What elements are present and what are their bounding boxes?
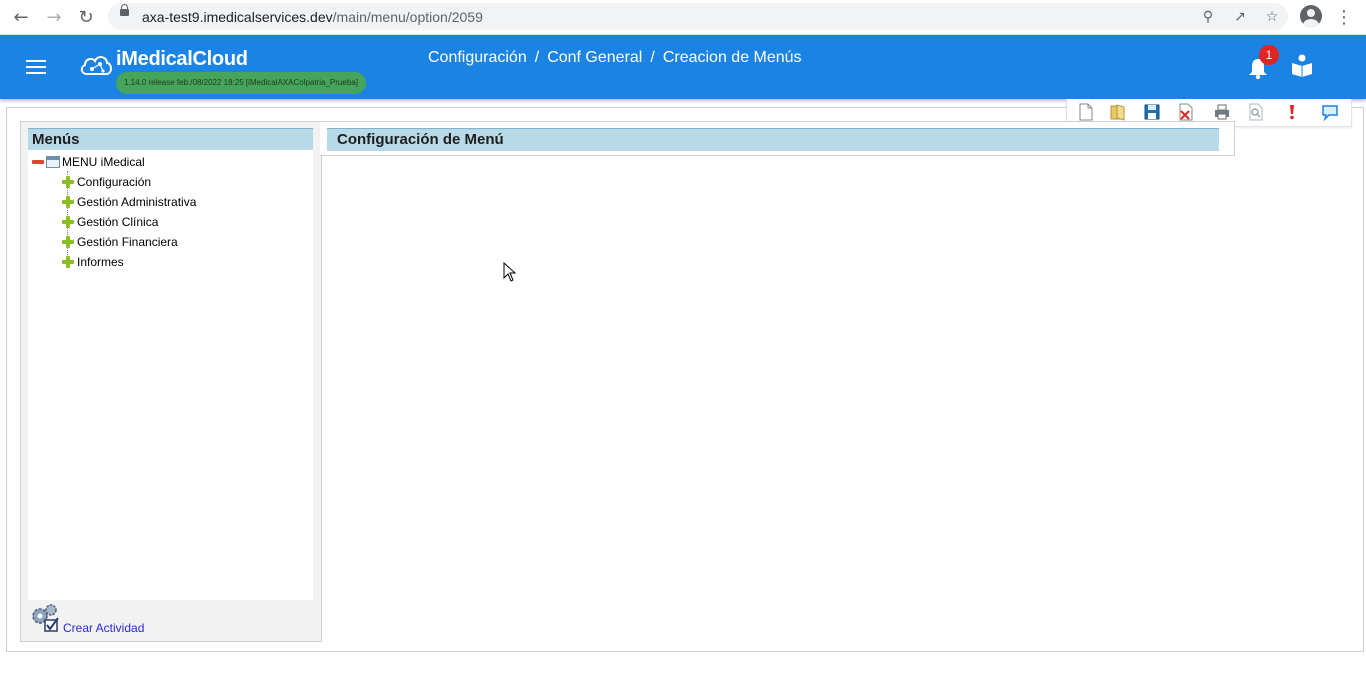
help-icon[interactable]: [1283, 103, 1301, 121]
app-header: iMedicalCloud 1.14.0 release feb./08/202…: [0, 35, 1366, 99]
expand-icon[interactable]: [62, 236, 74, 248]
tree-item-gestion-clinica[interactable]: Gestión Clínica: [62, 213, 158, 231]
gears-checkbox-icon[interactable]: [29, 602, 61, 634]
tree-root-label[interactable]: MENU iMedical: [62, 155, 145, 169]
breadcrumb-separator: /: [534, 49, 540, 66]
config-panel-title: Configuración de Menú: [327, 128, 1219, 151]
tree-item-label[interactable]: Gestión Financiera: [77, 235, 178, 249]
expand-icon[interactable]: [62, 196, 74, 208]
hamburger-menu-icon[interactable]: [26, 60, 46, 74]
url-text[interactable]: axa-test9.imedicalservices.dev/main/menu…: [142, 9, 483, 25]
comment-icon[interactable]: [1321, 103, 1339, 121]
profile-avatar-icon[interactable]: [1300, 5, 1322, 27]
key-icon[interactable]: ⚲: [1198, 7, 1218, 27]
preview-icon[interactable]: [1247, 103, 1265, 121]
new-document-icon[interactable]: [1077, 103, 1095, 121]
save-icon[interactable]: [1143, 103, 1161, 121]
tree-item-configuracion[interactable]: Configuración: [62, 173, 151, 191]
breadcrumb-item[interactable]: Creacion de Menús: [663, 49, 802, 66]
menu-tree: MENU iMedical Configuración Gestión Admi…: [28, 150, 313, 600]
menu-panel-title: Menús: [28, 128, 313, 151]
address-bar[interactable]: axa-test9.imedicalservices.dev/main/menu…: [108, 3, 1288, 30]
more-options-icon[interactable]: ⋮: [1334, 5, 1354, 29]
tree-item-informes[interactable]: Informes: [62, 253, 124, 271]
version-badge: 1.14.0 release feb./08/2022 18:25 [iMedi…: [116, 72, 366, 94]
window-icon: [46, 156, 60, 168]
delete-icon[interactable]: [1177, 103, 1195, 121]
tree-item-gestion-financiera[interactable]: Gestión Financiera: [62, 233, 178, 251]
print-icon[interactable]: [1213, 103, 1231, 121]
cloud-logo-icon: [80, 56, 112, 75]
notification-badge: 1: [1259, 45, 1279, 65]
brand-title: iMedicalCloud: [116, 48, 248, 70]
tree-item-label[interactable]: Gestión Clínica: [77, 215, 158, 229]
share-icon[interactable]: ↗: [1230, 7, 1250, 27]
star-icon[interactable]: ☆: [1262, 7, 1282, 27]
breadcrumb: Configuración / Conf General / Creacion de M…: [428, 49, 802, 67]
expand-icon[interactable]: [62, 256, 74, 268]
tree-item-gestion-administrativa[interactable]: Gestión Administrativa: [62, 193, 196, 211]
reload-icon[interactable]: ↻: [74, 5, 98, 29]
open-folder-icon[interactable]: [1109, 103, 1127, 121]
expand-icon[interactable]: [62, 176, 74, 188]
mouse-cursor-icon: [503, 262, 517, 282]
menu-panel: Menús MENU iMedical Configuración Gestió…: [20, 121, 322, 642]
tree-item-label[interactable]: Informes: [77, 255, 124, 269]
tree-item-label[interactable]: Gestión Administrativa: [77, 195, 196, 209]
breadcrumb-item[interactable]: Configuración: [428, 49, 527, 66]
collapse-icon[interactable]: [32, 160, 44, 164]
breadcrumb-separator: /: [650, 49, 655, 66]
crear-actividad-link[interactable]: Crear Actividad: [63, 621, 144, 635]
config-panel: Configuración de Menú: [320, 121, 1235, 156]
tree-root-node[interactable]: MENU iMedical: [32, 153, 145, 171]
reader-icon[interactable]: [1290, 53, 1314, 77]
back-arrow-icon[interactable]: ←: [9, 5, 33, 29]
tree-item-label[interactable]: Configuración: [77, 175, 151, 189]
forward-arrow-icon[interactable]: →: [42, 5, 66, 29]
lock-icon[interactable]: [120, 4, 129, 16]
expand-icon[interactable]: [62, 216, 74, 228]
breadcrumb-item[interactable]: Conf General: [547, 49, 642, 66]
browser-toolbar: ← → ↻ axa-test9.imedicalservices.dev/mai…: [0, 0, 1366, 35]
